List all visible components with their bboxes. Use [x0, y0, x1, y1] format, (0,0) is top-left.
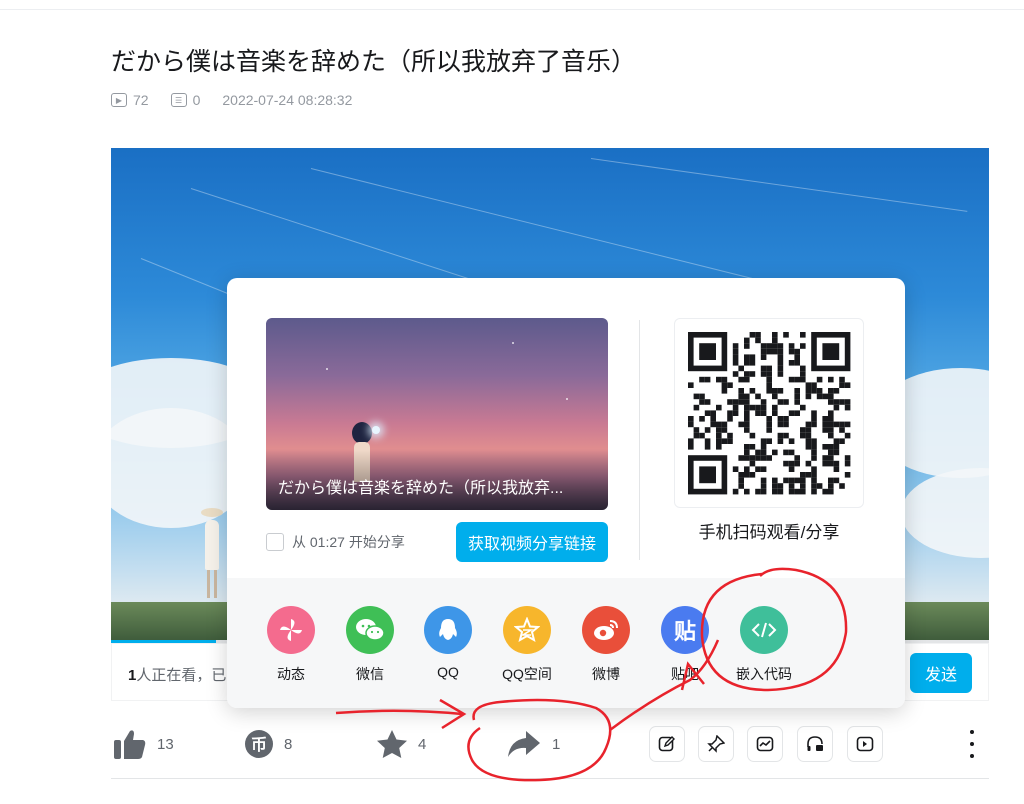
more-options-icon[interactable]	[969, 730, 975, 758]
edit-note-icon	[658, 736, 675, 752]
danmaku-count-icon: ☰	[170, 93, 187, 107]
chart-line-icon	[756, 736, 774, 752]
headphone-lock-icon	[807, 736, 823, 751]
like-button[interactable]: 13	[113, 722, 174, 766]
tieba-icon: 贴	[661, 606, 709, 654]
coin-count: 8	[284, 735, 293, 753]
video-character	[199, 508, 225, 598]
qq-icon	[424, 606, 472, 654]
send-danmaku-button[interactable]: 发送	[910, 653, 972, 693]
qr-code	[674, 318, 864, 508]
share-divider	[639, 320, 640, 560]
qzone-star-icon	[503, 606, 551, 654]
share-button[interactable]: 1	[506, 722, 560, 766]
wechat-icon	[346, 606, 394, 654]
video-edit-icon	[856, 736, 874, 752]
publish-time: 2022-07-24 08:28:32	[222, 92, 353, 108]
coin-button[interactable]: 币 8	[244, 722, 292, 766]
start-time-checkbox[interactable]: 从 01:27 开始分享	[266, 532, 405, 552]
share-platform-dynamic[interactable]: 动态	[256, 606, 326, 684]
thumbs-up-icon	[114, 730, 146, 759]
share-platform-qzone[interactable]: QQ空间	[492, 606, 562, 684]
video-toolbar: 13 币 8 4 1	[111, 722, 989, 766]
video-meta: ▶ 72 ☰ 0 2022-07-24 08:28:32	[111, 92, 352, 108]
annotation-arrow-to-share	[335, 709, 463, 716]
embed-code-icon	[740, 606, 788, 654]
note-button[interactable]	[649, 726, 685, 762]
star-icon	[377, 730, 407, 758]
listen-button[interactable]	[797, 726, 833, 762]
watching-count-text: 1人正在看，已	[128, 667, 227, 684]
share-arrow-icon	[508, 731, 540, 757]
favorite-button[interactable]: 4	[376, 722, 426, 766]
toolbar-divider	[111, 778, 989, 779]
coin-icon: 币	[245, 730, 273, 758]
share-platform-embed-code[interactable]: 嵌入代码	[729, 606, 799, 684]
top-divider	[0, 0, 1024, 10]
share-platforms: 动态 微信 QQ QQ空间 微博 贴 贴吧 嵌入代码	[227, 578, 905, 708]
play-count: 72	[133, 92, 149, 108]
play-count-icon: ▶	[111, 93, 127, 107]
stats-button[interactable]	[747, 726, 783, 762]
share-platform-weibo[interactable]: 微博	[571, 606, 641, 684]
like-count: 13	[157, 735, 174, 753]
danmaku-count: 0	[192, 92, 201, 108]
checkbox-box[interactable]	[266, 533, 284, 551]
weibo-icon	[582, 606, 630, 654]
video-title: だから僕は音楽を辞めた（所以我放弃了音乐）	[111, 48, 637, 76]
pin-icon	[707, 735, 725, 753]
svg-text:币: 币	[251, 735, 267, 754]
share-thumbnail-title: だから僕は音楽を辞めた（所以我放弃...	[278, 480, 564, 497]
favorite-count: 4	[418, 735, 427, 753]
pinwheel-icon	[267, 606, 315, 654]
qr-label: 手机扫码观看/分享	[698, 523, 840, 542]
share-thumbnail: だから僕は音楽を辞めた（所以我放弃...	[266, 318, 608, 510]
pin-button[interactable]	[698, 726, 734, 762]
share-platform-wechat[interactable]: 微信	[335, 606, 405, 684]
share-platform-qq[interactable]: QQ	[413, 606, 483, 680]
share-count: 1	[552, 735, 561, 753]
start-time-label: 从 01:27 开始分享	[292, 534, 405, 550]
watch-later-button[interactable]	[847, 726, 883, 762]
get-share-link-button[interactable]: 获取视频分享链接	[456, 522, 608, 562]
share-popup: だから僕は音楽を辞めた（所以我放弃... 从 01:27 开始分享 获取视频分享…	[227, 278, 905, 708]
share-platform-tieba[interactable]: 贴 贴吧	[650, 606, 720, 684]
